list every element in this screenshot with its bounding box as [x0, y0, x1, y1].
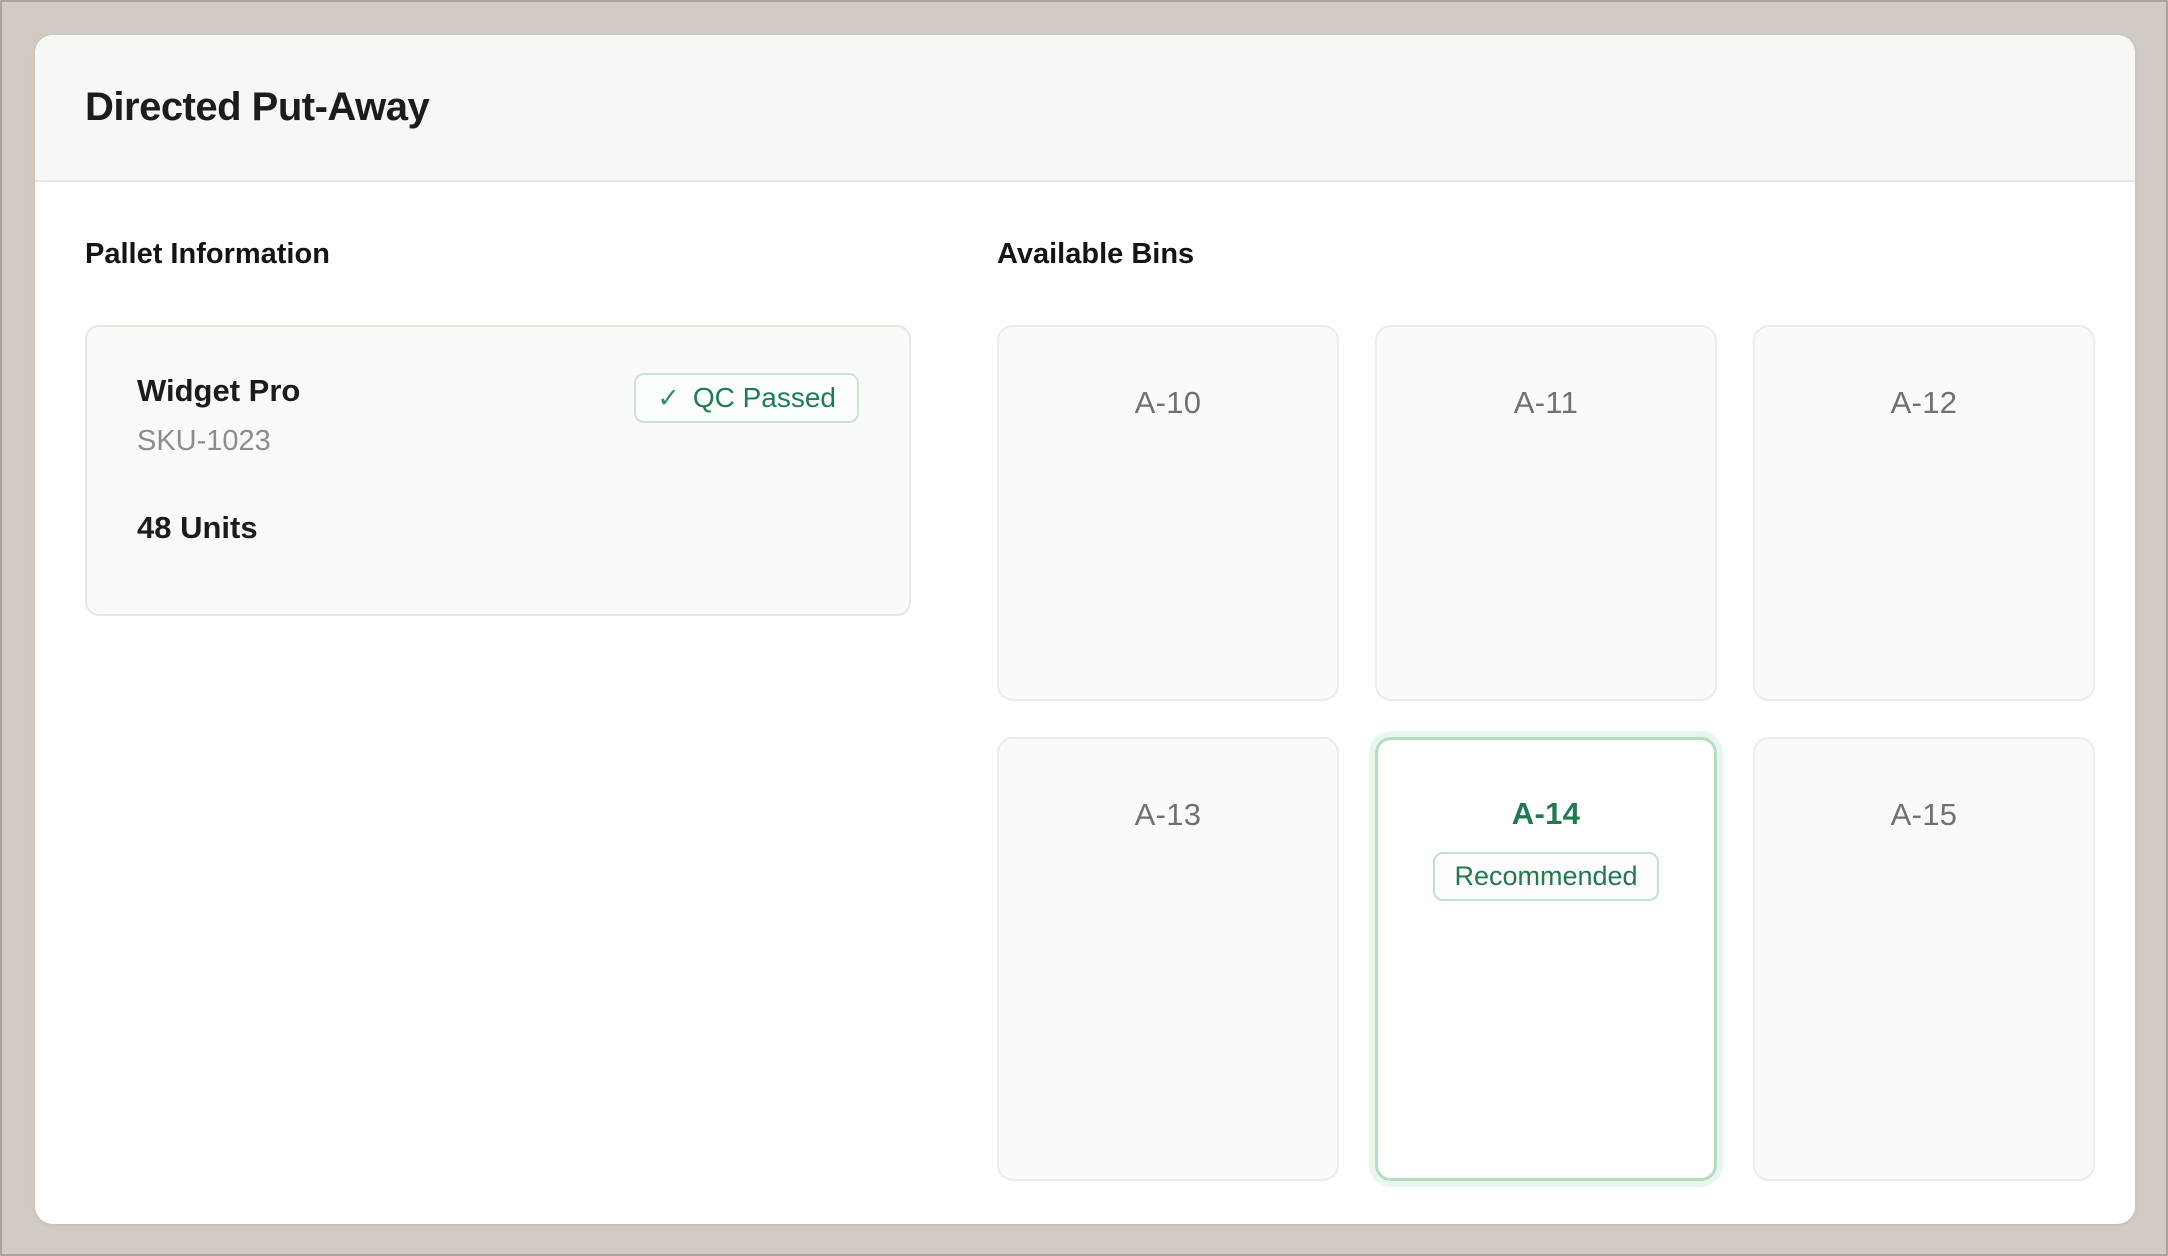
available-bins-section: Available Bins A-10 A-11	[997, 238, 2095, 1181]
bin-label: A-14	[1378, 796, 1714, 832]
bin-label: A-12	[1755, 385, 2093, 421]
panel-header: Directed Put-Away	[35, 35, 2135, 182]
pallet-card-top-row: Widget Pro SKU-1023 ✓ QC Passed	[137, 373, 859, 458]
page-title: Directed Put-Away	[85, 85, 429, 130]
bin-card[interactable]: A-10	[997, 325, 1339, 701]
directed-put-away-panel: Directed Put-Away Pallet Information Wid…	[35, 35, 2135, 1224]
bin-label: A-13	[999, 797, 1337, 833]
pallet-information-section: Pallet Information Widget Pro SKU-1023 ✓…	[85, 238, 911, 1181]
pallet-product-info: Widget Pro SKU-1023	[137, 373, 300, 458]
pallet-information-heading: Pallet Information	[85, 238, 911, 271]
bin-card[interactable]: A-15	[1753, 737, 2095, 1181]
product-name: Widget Pro	[137, 373, 300, 409]
bin-card[interactable]: A-11	[1375, 325, 1717, 701]
bin-label: A-10	[999, 385, 1337, 421]
bin-label: A-11	[1377, 385, 1715, 421]
panel-body: Pallet Information Widget Pro SKU-1023 ✓…	[35, 182, 2135, 1181]
pallet-card: Widget Pro SKU-1023 ✓ QC Passed 48 Units	[85, 325, 911, 616]
qc-badge-label: QC Passed	[693, 382, 836, 414]
bins-grid: A-10 A-11 A-12	[997, 325, 2095, 1181]
qc-status-badge: ✓ QC Passed	[634, 373, 859, 423]
available-bins-heading: Available Bins	[997, 238, 2095, 271]
bin-label: A-15	[1755, 797, 2093, 833]
recommended-badge: Recommended	[1433, 852, 1658, 901]
app-viewport: Directed Put-Away Pallet Information Wid…	[0, 0, 2168, 1256]
product-sku: SKU-1023	[137, 425, 300, 458]
bin-card[interactable]: A-13	[997, 737, 1339, 1181]
bin-card[interactable]: A-14 Recommended	[1375, 737, 1717, 1181]
bin-card[interactable]: A-12	[1753, 325, 2095, 701]
checkmark-icon: ✓	[657, 385, 680, 412]
unit-count: 48 Units	[137, 510, 859, 546]
